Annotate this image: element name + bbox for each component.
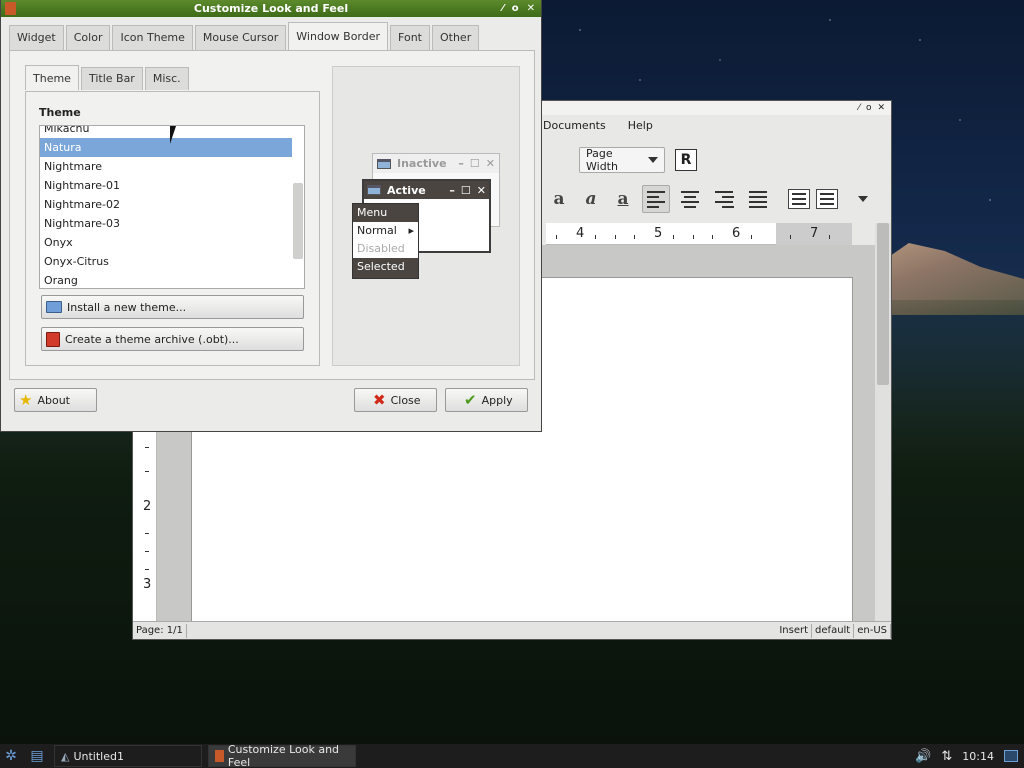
chevron-down-icon xyxy=(648,157,658,163)
window-icon xyxy=(367,185,381,195)
tab-icon-theme[interactable]: Icon Theme xyxy=(112,25,193,50)
customize-dialog[interactable]: Customize Look and Feel ⁄ o ✕ Widget Col… xyxy=(0,0,542,432)
format-r-icon[interactable]: R xyxy=(675,149,697,171)
archive-icon xyxy=(46,331,60,347)
close-icon: ✕ xyxy=(476,183,486,197)
writer-menubar: Documents Help xyxy=(543,119,653,132)
list-item[interactable]: Nightmare-01 xyxy=(40,176,292,195)
pin-icon[interactable]: ⁄ xyxy=(858,103,860,113)
maximize-icon: ☐ xyxy=(460,183,471,197)
list-item[interactable]: Mikachu xyxy=(40,126,292,138)
minimize-icon: – xyxy=(458,157,464,170)
align-justify-icon[interactable] xyxy=(744,185,772,213)
align-center-icon[interactable] xyxy=(676,185,704,213)
writer-toolbar-standard: Page Width R xyxy=(579,147,697,173)
numbered-list-icon[interactable] xyxy=(788,189,810,209)
tab-widget[interactable]: Widget xyxy=(9,25,64,50)
maximize-icon: ☐ xyxy=(469,157,480,170)
volume-icon[interactable]: 🔊 xyxy=(915,749,931,764)
menu-help[interactable]: Help xyxy=(628,119,653,132)
theme-section-label: Theme xyxy=(39,106,81,119)
task-untitled1[interactable]: ◭ Untitled1 xyxy=(54,745,202,767)
tab-window-border[interactable]: Window Border xyxy=(288,22,389,50)
preview-menu-title: Menu xyxy=(353,204,418,222)
tab-font[interactable]: Font xyxy=(390,25,430,50)
status-insert[interactable]: Insert xyxy=(776,623,813,638)
close-icon: ✕ xyxy=(485,157,495,170)
list-item[interactable]: Onyx xyxy=(40,233,292,252)
horizontal-ruler[interactable]: 4 5 6 7 xyxy=(546,223,852,245)
folder-icon xyxy=(46,301,62,313)
status-language[interactable]: en-US xyxy=(854,623,891,638)
main-tabs: Widget Color Icon Theme Mouse Cursor Win… xyxy=(9,22,481,50)
preview-menu: Menu Normal ▸ Disabled Selected xyxy=(352,203,419,279)
window-icon xyxy=(377,158,391,169)
subtab-misc[interactable]: Misc. xyxy=(144,67,189,90)
show-desktop-icon[interactable] xyxy=(1004,750,1018,762)
underline-a-icon[interactable]: a xyxy=(610,187,636,211)
pin-icon[interactable]: ⁄ xyxy=(502,0,504,17)
subtab-theme[interactable]: Theme xyxy=(25,65,79,90)
maximize-icon[interactable]: o xyxy=(512,0,519,17)
scrollbar-thumb[interactable] xyxy=(877,223,889,385)
menu-documents[interactable]: Documents xyxy=(543,119,606,132)
task-customize-look[interactable]: Customize Look and Feel xyxy=(208,743,356,768)
list-item[interactable]: Nightmare-02 xyxy=(40,195,292,214)
minimize-icon: – xyxy=(449,183,455,197)
writer-toolbar-format: a a a xyxy=(546,185,868,213)
theme-list[interactable]: Mikachu Natura Nightmare Nightmare-01 Ni… xyxy=(39,125,305,289)
toolbar-overflow-icon[interactable] xyxy=(858,196,868,202)
italic-a-icon[interactable]: a xyxy=(578,187,604,211)
theme-preview: Inactive – ☐ ✕ Active – ☐ ✕ Menu Normal … xyxy=(332,66,520,366)
writer-icon: ◭ xyxy=(61,749,70,763)
network-icon[interactable]: ⇅ xyxy=(941,749,952,764)
file-manager-icon[interactable]: ▤ xyxy=(26,745,48,767)
close-icon[interactable]: ✕ xyxy=(527,0,535,17)
dialog-title: Customize Look and Feel xyxy=(193,2,349,15)
preview-menu-selected: Selected xyxy=(353,258,418,276)
window-border-panel: Theme Title Bar Misc. Theme Mikachu Natu… xyxy=(9,50,535,380)
apply-button[interactable]: ✔ Apply xyxy=(445,388,528,412)
status-style[interactable]: default xyxy=(812,623,855,638)
align-left-icon[interactable] xyxy=(642,185,670,213)
mouse-pointer-icon xyxy=(170,126,176,144)
list-item[interactable]: Onyx-Citrus xyxy=(40,252,292,271)
bullet-list-icon[interactable] xyxy=(816,189,838,209)
preview-menu-normal: Normal ▸ xyxy=(353,222,418,240)
zoom-select[interactable]: Page Width xyxy=(579,147,665,173)
theme-list-scrollbar[interactable] xyxy=(293,183,303,259)
list-item[interactable]: Nightmare xyxy=(40,157,292,176)
list-item-selected[interactable]: Natura xyxy=(40,138,292,157)
list-item[interactable]: Nightmare-03 xyxy=(40,214,292,233)
status-bar: Page: 1/1 Insert default en-US xyxy=(133,621,891,639)
close-icon[interactable]: ✕ xyxy=(877,103,885,113)
tab-mouse-cursor[interactable]: Mouse Cursor xyxy=(194,25,287,50)
about-button[interactable]: ★ About xyxy=(14,388,97,412)
sub-tabs: Theme Title Bar Misc. xyxy=(25,65,191,90)
app-icon xyxy=(215,750,224,762)
star-icon: ★ xyxy=(19,391,33,409)
preview-menu-disabled: Disabled xyxy=(353,240,418,258)
clock[interactable]: 10:14 xyxy=(962,750,994,763)
subtab-title-bar[interactable]: Title Bar xyxy=(80,67,143,90)
bold-a-icon[interactable]: a xyxy=(546,187,572,211)
align-right-icon[interactable] xyxy=(710,185,738,213)
close-button[interactable]: ✖ Close xyxy=(354,388,437,412)
checkmark-icon: ✔ xyxy=(464,391,477,409)
close-x-icon: ✖ xyxy=(373,391,386,409)
tab-color[interactable]: Color xyxy=(65,25,111,50)
system-tray: 🔊 ⇅ 10:14 xyxy=(915,749,1024,764)
maximize-icon[interactable]: o xyxy=(866,103,872,113)
tab-other[interactable]: Other xyxy=(431,25,480,50)
list-item[interactable]: Orang xyxy=(40,271,292,288)
install-theme-button[interactable]: Install a new theme... xyxy=(41,295,304,319)
status-page: Page: 1/1 xyxy=(133,623,187,638)
vertical-scrollbar[interactable] xyxy=(875,223,891,621)
app-icon xyxy=(5,2,16,15)
create-archive-button[interactable]: Create a theme archive (.obt)... xyxy=(41,327,304,351)
dialog-titlebar[interactable]: Customize Look and Feel ⁄ o ✕ xyxy=(1,0,541,17)
submenu-arrow-icon: ▸ xyxy=(408,224,414,237)
start-menu-icon[interactable]: ✲ xyxy=(0,745,22,767)
taskbar: ✲ ▤ ◭ Untitled1 Customize Look and Feel … xyxy=(0,743,1024,768)
